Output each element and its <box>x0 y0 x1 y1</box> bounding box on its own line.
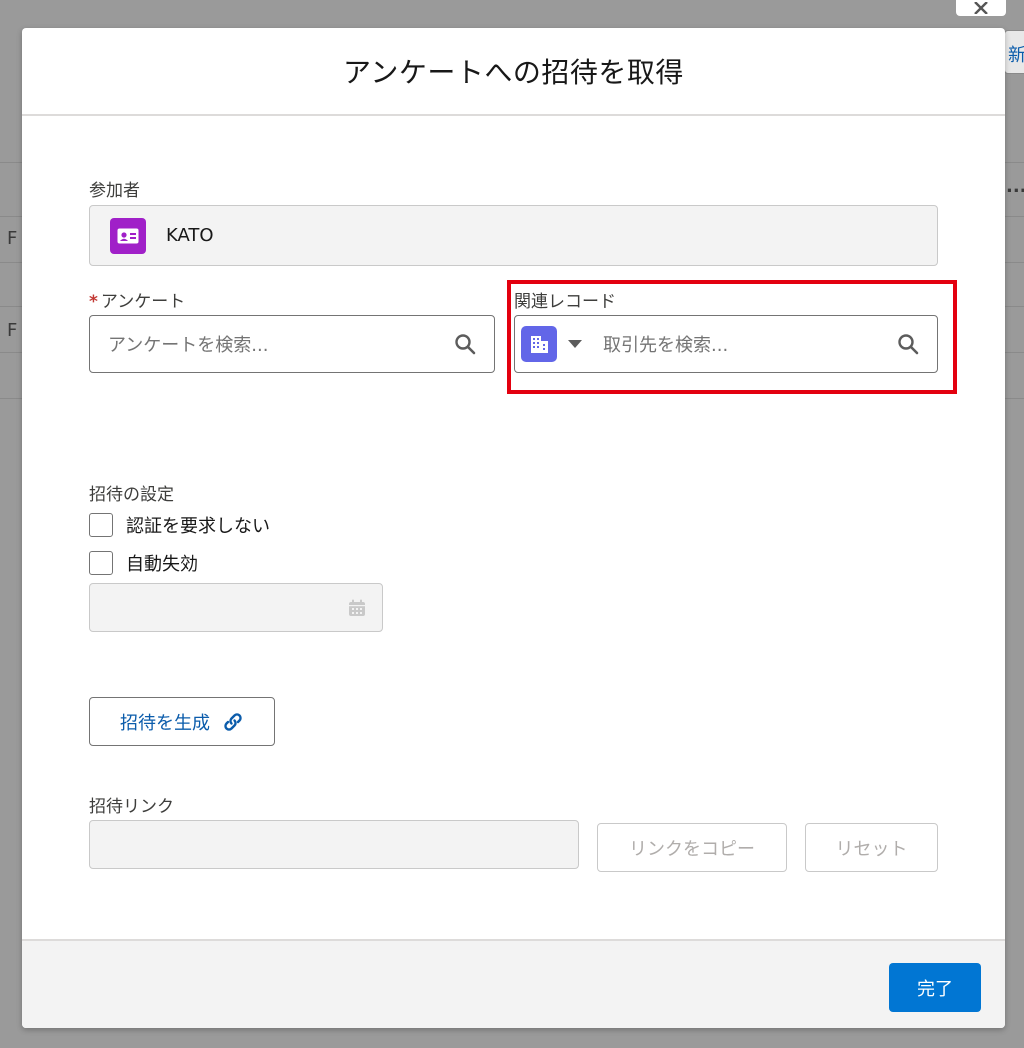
survey-invitation-modal: アンケートへの招待を取得 参加者 KATO * アンケート アンケートを検索...… <box>22 28 1005 1028</box>
invitation-settings-label: 招待の設定 <box>89 485 174 505</box>
contact-card-icon <box>110 217 146 254</box>
bg-more: ... <box>1006 176 1024 197</box>
reset-button[interactable]: リセット <box>805 823 938 872</box>
modal-footer: 完了 <box>22 939 1005 1028</box>
modal-header: アンケートへの招待を取得 <box>22 28 1005 116</box>
related-record-search-input[interactable]: 取引先を検索... <box>514 315 938 373</box>
bg-new-button[interactable]: 新 <box>1004 30 1024 74</box>
survey-label-text: アンケート <box>100 292 186 312</box>
survey-label: * アンケート <box>89 287 185 312</box>
no-auth-option: 認証を要求しない <box>89 512 270 538</box>
survey-search-input[interactable]: アンケートを検索... <box>89 315 495 373</box>
expiration-date-input[interactable] <box>89 583 383 632</box>
search-icon <box>898 334 919 355</box>
related-record-label: 関連レコード <box>514 292 616 312</box>
bg-row-fragment: I F <box>0 228 18 249</box>
link-icon <box>224 712 242 731</box>
invitation-link-field <box>89 820 579 869</box>
no-auth-checkbox[interactable] <box>89 513 113 537</box>
generate-invitation-label: 招待を生成 <box>120 712 210 734</box>
related-record-placeholder: 取引先を検索... <box>603 335 729 356</box>
invitation-link-label: 招待リンク <box>89 797 174 817</box>
copy-link-button[interactable]: リンクをコピー <box>597 823 787 872</box>
bg-row-fragment: I F <box>0 320 18 341</box>
close-button[interactable] <box>956 0 1006 16</box>
auto-expire-checkbox[interactable] <box>89 551 113 575</box>
account-building-icon[interactable] <box>521 326 557 362</box>
generate-invitation-button[interactable]: 招待を生成 <box>89 697 275 746</box>
participant-label: 参加者 <box>89 181 140 201</box>
auto-expire-label: 自動失効 <box>126 554 198 575</box>
calendar-icon <box>349 599 365 616</box>
participant-field: KATO <box>89 205 938 266</box>
required-mark: * <box>89 292 98 312</box>
participant-value: KATO <box>166 225 214 246</box>
auto-expire-option: 自動失効 <box>89 550 198 576</box>
survey-search-placeholder: アンケートを検索... <box>108 335 269 356</box>
modal-title: アンケートへの招待を取得 <box>343 56 684 89</box>
chevron-down-icon[interactable] <box>567 339 583 349</box>
done-button[interactable]: 完了 <box>889 963 981 1012</box>
search-icon <box>455 334 476 355</box>
close-icon <box>974 2 988 14</box>
no-auth-label: 認証を要求しない <box>126 516 270 537</box>
